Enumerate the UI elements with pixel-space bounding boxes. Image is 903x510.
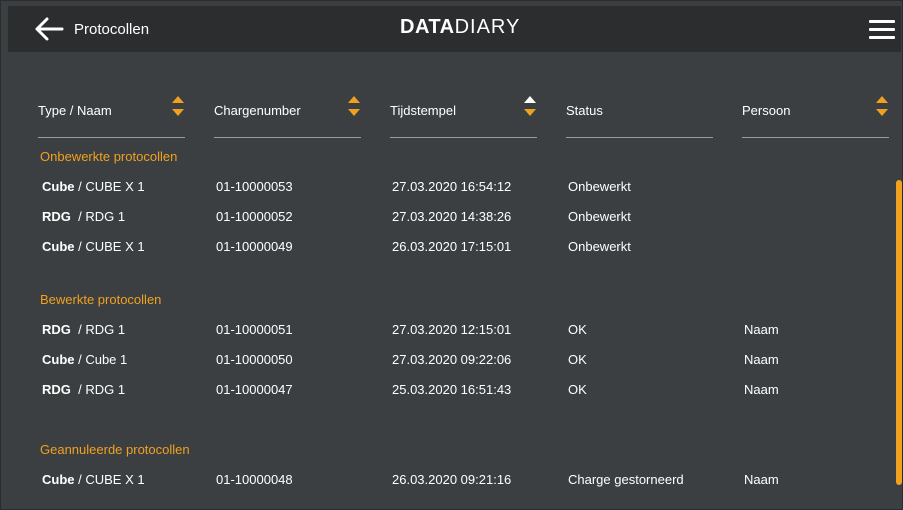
type-name-cell: Cube / Cube 1: [42, 352, 128, 367]
brand-logo: DATADIARY: [400, 16, 521, 38]
column-header-charge[interactable]: Chargenumber: [214, 90, 361, 138]
column-label: Type / Naam: [38, 103, 112, 118]
table-row[interactable]: RDG / RDG 1 01-10000052 27.03.2020 14:38…: [0, 209, 893, 231]
table-row[interactable]: Cube / CUBE X 1 01-10000049 26.03.2020 1…: [0, 239, 893, 261]
timestamp-cell: 26.03.2020 09:21:16: [392, 472, 512, 487]
timestamp-cell: 27.03.2020 14:38:26: [392, 209, 512, 224]
back-arrow-icon[interactable]: [34, 16, 64, 42]
charge-cell: 01-10000047: [216, 382, 293, 397]
table-row[interactable]: Cube / CUBE X 1 01-10000053 27.03.2020 1…: [0, 179, 893, 201]
column-label: Tijdstempel: [390, 103, 456, 118]
type-name-cell: RDG / RDG 1: [42, 382, 126, 397]
sort-active-icon[interactable]: [523, 96, 537, 122]
column-header-time[interactable]: Tijdstempel: [390, 90, 537, 138]
type-name-cell: Cube / CUBE X 1: [42, 239, 145, 254]
column-label: Chargenumber: [214, 103, 301, 118]
table-row[interactable]: RDG / RDG 1 01-10000051 27.03.2020 12:15…: [0, 322, 893, 344]
charge-cell: 01-10000049: [216, 239, 293, 254]
sort-toggle-icon[interactable]: [875, 96, 889, 122]
timestamp-cell: 25.03.2020 16:51:43: [392, 382, 512, 397]
status-cell: OK: [568, 322, 587, 337]
timestamp-cell: 26.03.2020 17:15:01: [392, 239, 512, 254]
status-cell: Onbewerkt: [568, 239, 631, 254]
table-row[interactable]: Cube / Cube 1 01-10000050 27.03.2020 09:…: [0, 352, 893, 374]
column-header-person[interactable]: Persoon: [742, 90, 889, 138]
timestamp-cell: 27.03.2020 16:54:12: [392, 179, 512, 194]
type-name-cell: Cube / CUBE X 1: [42, 179, 145, 194]
table-row[interactable]: RDG / RDG 1 01-10000047 25.03.2020 16:51…: [0, 382, 893, 404]
vertical-scrollbar[interactable]: [896, 180, 902, 485]
sort-toggle-icon[interactable]: [347, 96, 361, 122]
person-cell: Naam: [744, 322, 779, 337]
status-cell: Onbewerkt: [568, 209, 631, 224]
column-label: Status: [566, 103, 603, 118]
section-title-unprocessed: Onbewerkte protocollen: [40, 149, 178, 164]
status-cell: OK: [568, 352, 587, 367]
sort-toggle-icon[interactable]: [171, 96, 185, 122]
type-name-cell: Cube / CUBE X 1: [42, 472, 145, 487]
timestamp-cell: 27.03.2020 12:15:01: [392, 322, 512, 337]
top-bar: Protocollen DATADIARY: [8, 6, 901, 52]
charge-cell: 01-10000053: [216, 179, 293, 194]
charge-cell: 01-10000048: [216, 472, 293, 487]
column-header-status[interactable]: Status: [566, 90, 713, 138]
person-cell: Naam: [744, 472, 779, 487]
person-cell: Naam: [744, 382, 779, 397]
column-header-type[interactable]: Type / Naam: [38, 90, 185, 138]
charge-cell: 01-10000050: [216, 352, 293, 367]
type-name-cell: RDG / RDG 1: [42, 209, 126, 224]
page-title: Protocollen: [74, 21, 150, 38]
person-cell: Naam: [744, 352, 779, 367]
type-name-cell: RDG / RDG 1: [42, 322, 126, 337]
timestamp-cell: 27.03.2020 09:22:06: [392, 352, 512, 367]
hamburger-menu-icon[interactable]: [869, 20, 895, 40]
table-row[interactable]: Cube / CUBE X 1 01-10000048 26.03.2020 0…: [0, 472, 893, 494]
section-title-cancelled: Geannuleerde protocollen: [40, 442, 190, 457]
status-cell: OK: [568, 382, 587, 397]
column-label: Persoon: [742, 103, 791, 118]
section-title-processed: Bewerkte protocollen: [40, 292, 162, 307]
charge-cell: 01-10000051: [216, 322, 293, 337]
status-cell: Onbewerkt: [568, 179, 631, 194]
charge-cell: 01-10000052: [216, 209, 293, 224]
status-cell: Charge gestorneerd: [568, 472, 684, 487]
